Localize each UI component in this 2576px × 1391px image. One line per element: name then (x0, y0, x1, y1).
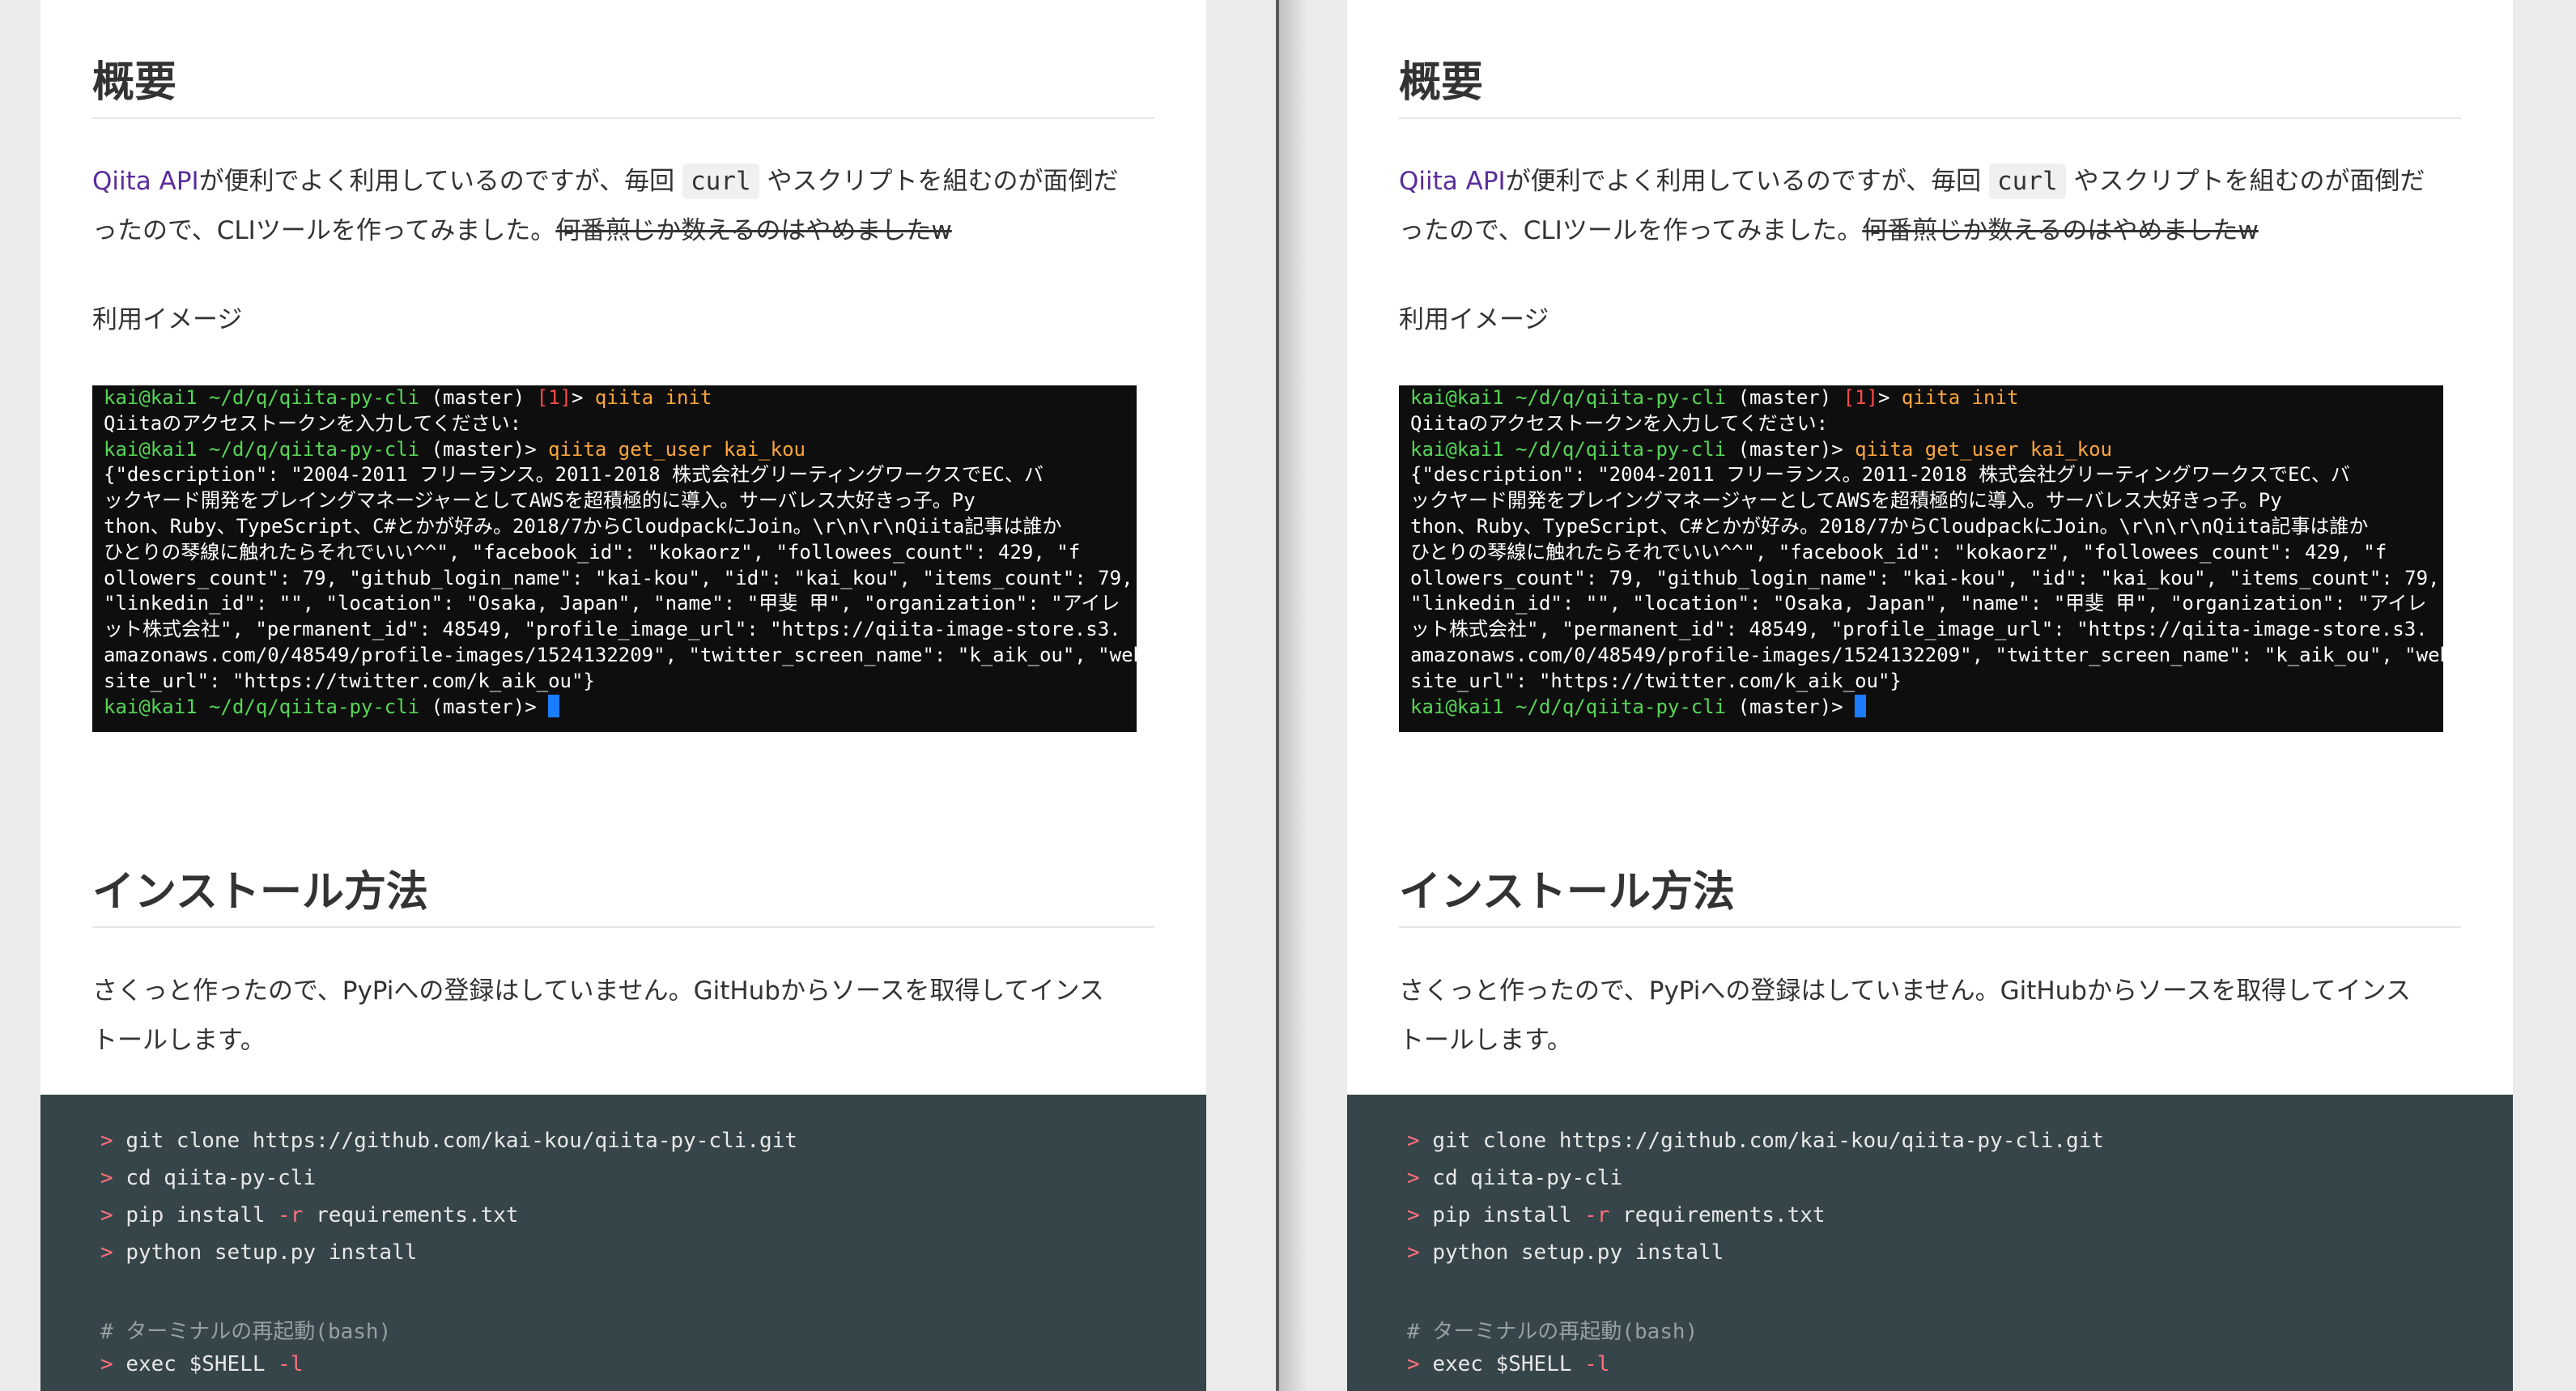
heading-install: インストール方法 (92, 868, 428, 917)
code-line: > exec $SHELL -l (1407, 1352, 1610, 1376)
terminal-cursor (1855, 694, 1867, 717)
heading-overview: 概要 (1399, 58, 1484, 107)
strikethrough-text: 何番煎じか数えるのはやめましたw (555, 216, 952, 245)
article-pane-left: 概要 Qiita APIが便利でよく利用しているのですが、毎回 curl やスク… (40, 0, 1206, 1391)
usage-label: 利用イメージ (1399, 305, 1549, 334)
install-paragraph: さくっと作ったので、PyPiへの登録はしていません。GitHubからソースを取得… (1399, 976, 2411, 1055)
code-line: > pip install -r requirements.txt (100, 1203, 519, 1227)
divider-shadow (1279, 0, 1308, 1391)
terminal-screenshot: kai@kai1 ~/d/q/qiita-py-cli (master) [1]… (1399, 385, 2451, 732)
code-line: > python setup.py install (1407, 1240, 1724, 1265)
usage-label: 利用イメージ (92, 305, 243, 334)
intro-paragraph: Qiita APIが便利でよく利用しているのですが、毎回 curl やスクリプト… (1399, 157, 2468, 256)
install-paragraph: さくっと作ったので、PyPiへの登録はしていません。GitHubからソースを取得… (92, 976, 1104, 1055)
code-line: > exec $SHELL -l (100, 1352, 304, 1376)
article-pane-right: 概要 Qiita APIが便利でよく利用しているのですが、毎回 curl やスク… (1347, 0, 2513, 1391)
code-line: > git clone https://github.com/kai-kou/q… (1407, 1129, 2104, 1153)
qiita-api-link[interactable]: Qiita API (92, 167, 199, 196)
qiita-api-link[interactable]: Qiita API (1399, 167, 1506, 196)
install-code-block[interactable]: > git clone https://github.com/kai-kou/q… (1347, 1095, 2513, 1391)
terminal-cursor (548, 694, 560, 717)
heading-overview: 概要 (92, 58, 177, 107)
heading-underline (92, 117, 1154, 119)
heading-underline (1399, 926, 2461, 928)
code-line: > git clone https://github.com/kai-kou/q… (100, 1129, 797, 1153)
heading-underline (92, 926, 1154, 928)
heading-install: インストール方法 (1399, 868, 1735, 917)
strikethrough-text: 何番煎じか数えるのはやめましたw (1862, 216, 2259, 245)
terminal-screenshot: kai@kai1 ~/d/q/qiita-py-cli (master) [1]… (92, 385, 1145, 732)
inline-code-curl: curl (682, 164, 759, 199)
code-comment: # ターミナルの再起動(bash) (100, 1320, 392, 1344)
code-comment: # ターミナルの再起動(bash) (1407, 1320, 1698, 1344)
intro-paragraph: Qiita APIが便利でよく利用しているのですが、毎回 curl やスクリプト… (92, 157, 1161, 256)
inline-code-curl: curl (1989, 164, 2066, 199)
code-line: > python setup.py install (100, 1240, 418, 1265)
code-line: > cd qiita-py-cli (100, 1166, 317, 1190)
code-line: > pip install -r requirements.txt (1407, 1203, 1826, 1227)
install-code-block[interactable]: > git clone https://github.com/kai-kou/q… (40, 1095, 1206, 1391)
code-line: > cd qiita-py-cli (1407, 1166, 1623, 1190)
heading-underline (1399, 117, 2461, 119)
